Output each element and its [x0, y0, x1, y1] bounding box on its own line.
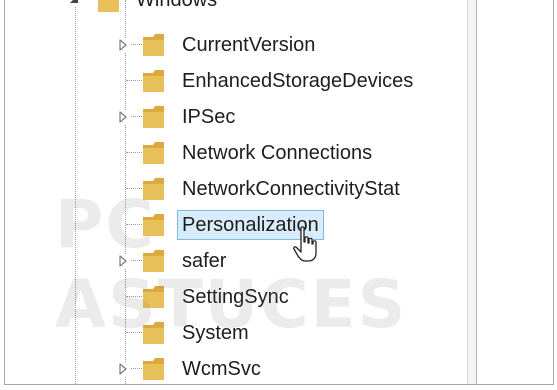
tree-item[interactable]: System [5, 316, 467, 350]
tree-item[interactable]: Personalization [5, 208, 467, 242]
tree-item[interactable]: WcmSvc [5, 352, 467, 384]
folder-icon [142, 140, 172, 166]
tree-item-label: Windows [136, 0, 218, 11]
tree-item[interactable]: SettingSync [5, 280, 467, 314]
folder-icon [142, 212, 172, 238]
tree-item-label: Network Connections [182, 142, 373, 164]
tree-item[interactable]: EnhancedStorageDevices [5, 64, 467, 98]
tree-item[interactable]: IPSec [5, 100, 467, 134]
tree-item[interactable]: NetworkConnectivityStat [5, 172, 467, 206]
folder-icon [142, 176, 172, 202]
tree-item[interactable]: Network Connections [5, 136, 467, 170]
folder-icon [142, 248, 172, 274]
tree-item-label: WcmSvc [182, 358, 261, 380]
values-pane [477, 0, 553, 384]
folder-icon [142, 356, 172, 382]
tree-item-parent[interactable]: Windows [5, 0, 467, 18]
tree-item-label: safer [182, 250, 227, 272]
folder-icon [142, 320, 172, 346]
expand-arrow-icon[interactable] [116, 254, 130, 268]
registry-key-tree[interactable]: Windows CurrentVersion EnhancedStorageDev… [5, 0, 467, 384]
tree-item-label: CurrentVersion [182, 34, 316, 56]
expand-arrow-icon[interactable] [116, 38, 130, 52]
folder-icon [142, 68, 172, 94]
folder-icon [142, 284, 172, 310]
expand-arrow-icon[interactable] [116, 362, 130, 376]
collapse-arrow-icon[interactable] [67, 0, 81, 6]
tree-item-label: System [182, 322, 249, 344]
tree-item-label: IPSec [182, 106, 236, 128]
tree-item-label: SettingSync [182, 286, 289, 308]
folder-icon [97, 0, 127, 14]
tree-item[interactable]: safer [5, 244, 467, 278]
pane-splitter[interactable] [467, 0, 477, 384]
tree-item[interactable]: CurrentVersion [5, 28, 467, 62]
folder-icon [142, 32, 172, 58]
tree-item-label: Personalization [177, 210, 324, 240]
tree-item-label: EnhancedStorageDevices [182, 70, 414, 92]
folder-icon [142, 104, 172, 130]
expand-arrow-icon[interactable] [116, 110, 130, 124]
registry-tree-window: Windows CurrentVersion EnhancedStorageDev… [4, 0, 554, 385]
tree-item-label: NetworkConnectivityStat [182, 178, 400, 200]
